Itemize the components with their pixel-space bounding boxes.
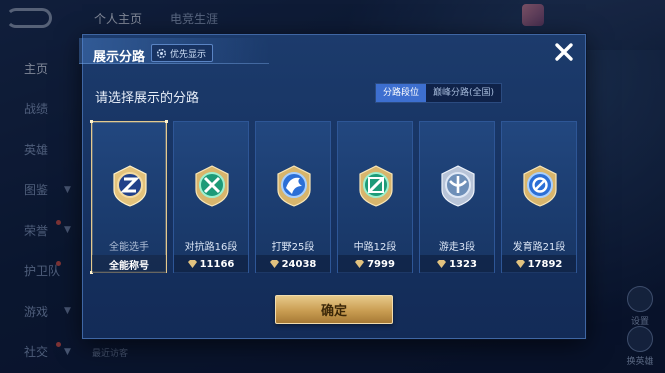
peak-score-icon [437, 260, 447, 268]
lane-card-farm[interactable]: 发育路21段 17892 [501, 121, 577, 273]
lane-card-clash[interactable]: 对抗路16段 11166 [173, 121, 249, 273]
jungle-medal-icon [277, 165, 311, 207]
rank-type-toggle: 分路段位 巅峰分路(全国) [375, 83, 503, 103]
confirm-button[interactable]: 确定 [275, 295, 393, 324]
lane-name: 全能选手 [109, 242, 149, 253]
all-round-medal-icon [113, 165, 147, 207]
dialog-title: 展示分路 [93, 50, 146, 65]
clash-lane-medal-icon [195, 165, 229, 207]
selection-corner [90, 120, 93, 123]
lane-name: 打野25段 [271, 242, 315, 253]
lane-name: 中路12段 [353, 242, 397, 253]
mid-lane-medal-icon [359, 165, 393, 207]
lane-card-list: 全能选手 全能称号 对抗路16段 11166 打野25段 24038 中路12段… [90, 120, 577, 274]
lane-score-value: 7999 [367, 258, 395, 270]
priority-display-button[interactable]: 优先显示 [151, 44, 214, 62]
lane-score: 1323 [420, 255, 494, 273]
close-icon [555, 43, 573, 61]
lane-score-value: 17892 [527, 258, 563, 270]
lane-score: 17892 [502, 255, 576, 273]
peak-score-icon [269, 260, 279, 268]
peak-score-icon [187, 260, 197, 268]
lane-score-value: 24038 [281, 258, 317, 270]
toggle-peak-lane[interactable]: 巅峰分路(全国) [426, 84, 501, 102]
selection-corner [165, 120, 168, 123]
lane-score-value: 11166 [199, 258, 235, 270]
farm-lane-medal-icon [523, 165, 557, 207]
peak-score-icon [355, 260, 365, 268]
title-bar: 展示分路 优先显示 [79, 38, 269, 65]
lane-score-value: 全能称号 [109, 260, 149, 272]
peak-score-icon [515, 260, 525, 268]
gear-icon [156, 48, 167, 58]
lane-score: 24038 [256, 255, 330, 273]
priority-display-label: 优先显示 [170, 49, 207, 60]
lane-score-value: 1323 [449, 258, 477, 270]
lane-name: 对抗路16段 [184, 242, 238, 253]
lane-score: 11166 [174, 255, 248, 273]
lane-card-mid[interactable]: 中路12段 7999 [337, 121, 413, 273]
lane-score: 全能称号 [92, 255, 166, 273]
lane-score: 7999 [338, 255, 412, 273]
toggle-lane-rank[interactable]: 分路段位 [376, 84, 427, 102]
lane-card-roam[interactable]: 游走3段 1323 [419, 121, 495, 273]
lane-name: 发育路21段 [512, 242, 566, 253]
lane-display-dialog: 展示分路 优先显示 请选择展示的分路 分路段位 巅峰分路(全国) 全能选手 全能… [79, 34, 586, 339]
roam-medal-icon [441, 165, 475, 207]
dialog-subtitle: 请选择展示的分路 [95, 91, 200, 106]
close-button[interactable] [551, 39, 577, 65]
lane-card-jungle[interactable]: 打野25段 24038 [255, 121, 331, 273]
lane-card-all-round[interactable]: 全能选手 全能称号 [90, 120, 168, 274]
lane-name: 游走3段 [438, 242, 476, 253]
